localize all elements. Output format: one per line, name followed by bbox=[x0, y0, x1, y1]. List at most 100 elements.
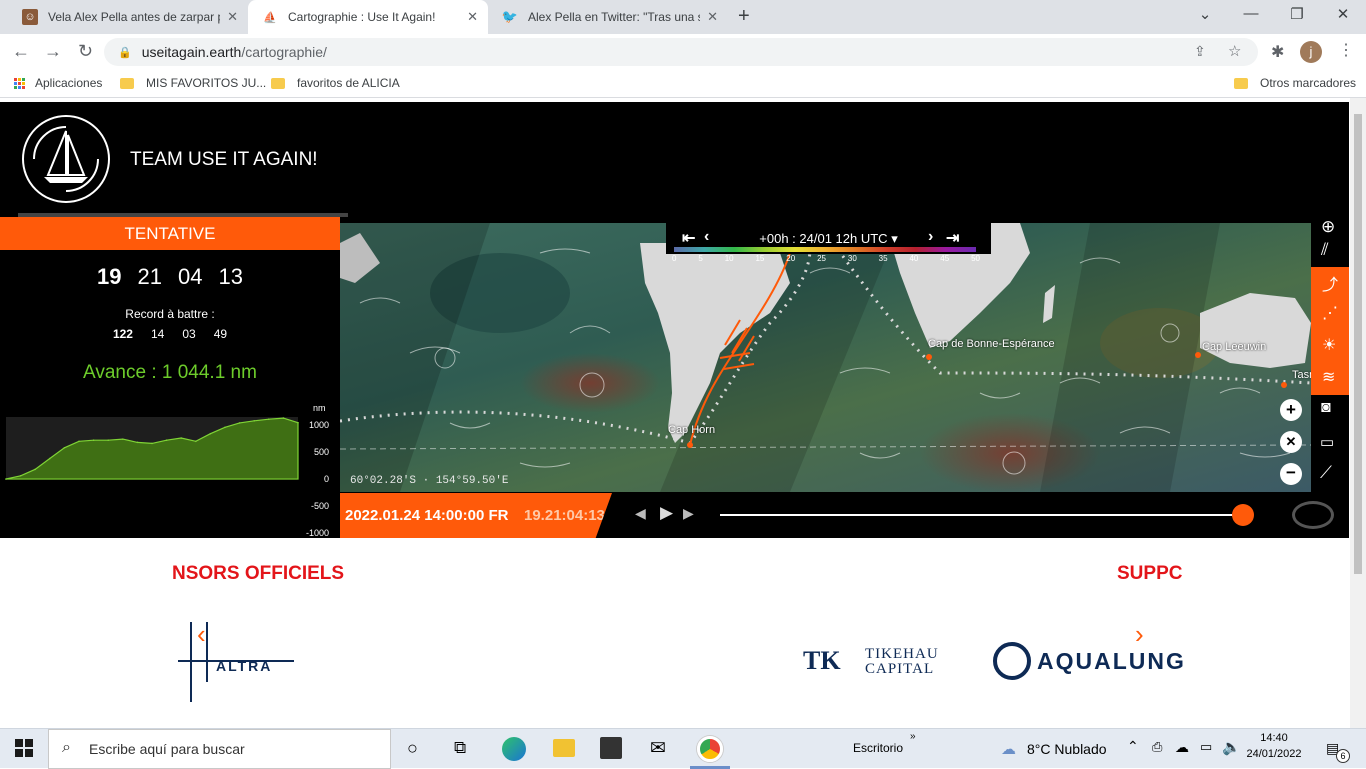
notification-count: 6 bbox=[1336, 749, 1350, 763]
profile-icon: ☺ bbox=[22, 9, 38, 25]
taskbar-search-input[interactable]: ⌕ Escribe aquí para buscar bbox=[48, 729, 391, 769]
wind-tick-label: 40 bbox=[909, 254, 919, 263]
wind-scale-ticks: 0 5 10 15 20 25 30 35 40 45 50 bbox=[666, 254, 986, 263]
url-input[interactable]: 🔒 useitagain.earth/cartographie/ ⇪ ☆ bbox=[104, 38, 1258, 66]
close-icon[interactable]: ✕ bbox=[467, 9, 478, 25]
play-icon[interactable]: ▶ bbox=[660, 503, 673, 523]
tab-cartographie[interactable]: ⛵ Cartographie : Use It Again! ✕ bbox=[248, 0, 488, 34]
avance-data-point bbox=[136, 441, 139, 444]
tracker-widget: TEAM USE IT AGAIN! TENTATIVE 19 21 04 13 Re… bbox=[0, 102, 1349, 538]
close-icon[interactable]: ✕ bbox=[707, 9, 718, 25]
reload-button[interactable]: ↻ bbox=[78, 41, 93, 62]
tab-twitter[interactable]: 🐦 Alex Pella en Twitter: "Tras una se ✕ bbox=[488, 0, 728, 34]
wind-icon[interactable]: ≋ bbox=[1322, 367, 1335, 387]
timeline-knob[interactable] bbox=[1232, 504, 1254, 526]
chevron-up-icon[interactable]: ⌃ bbox=[1127, 738, 1139, 755]
avance-data-point bbox=[180, 437, 182, 439]
close-icon[interactable]: ✕ bbox=[227, 9, 238, 25]
meet-icon[interactable]: ⎙ bbox=[1152, 739, 1162, 755]
zoom-out-button[interactable]: − bbox=[1280, 463, 1302, 485]
aqualung-mark-icon bbox=[993, 642, 1031, 680]
wind-tick-label: 35 bbox=[878, 254, 888, 263]
restore-button[interactable]: ❐ bbox=[1274, 5, 1320, 23]
avance-data-point bbox=[268, 418, 270, 420]
new-tab-button[interactable]: + bbox=[738, 5, 750, 28]
chevron-down-icon: ▾ bbox=[891, 231, 898, 246]
bookmark-other[interactable]: Otros marcadores bbox=[1234, 76, 1356, 90]
lock-icon: 🔒 bbox=[118, 46, 132, 59]
minimize-button[interactable]: — bbox=[1228, 5, 1274, 22]
avance-data-point bbox=[253, 419, 255, 422]
forecast-time-label: +00h : 24/01 12h UTC bbox=[759, 231, 888, 246]
rewind-icon[interactable]: ◀ bbox=[635, 505, 646, 522]
gg-logo-icon bbox=[1292, 501, 1334, 529]
chrome-icon[interactable] bbox=[697, 736, 723, 762]
edge-icon[interactable] bbox=[502, 737, 526, 761]
profile-avatar[interactable]: j bbox=[1300, 41, 1322, 63]
network-icon[interactable]: ☁ bbox=[1175, 739, 1189, 756]
place-label-leeuwin: Cap Leeuwin bbox=[1202, 341, 1267, 353]
close-icon[interactable]: ✕ bbox=[1280, 431, 1302, 453]
boat-icon: ⛵ bbox=[263, 11, 277, 24]
avance-data-point bbox=[238, 422, 241, 424]
coordinate-readout: 60°02.28'S · 154°59.50'E bbox=[350, 475, 509, 487]
tab-vela[interactable]: ☺ Vela Alex Pella antes de zarpar pa ✕ bbox=[8, 0, 248, 34]
extensions-icon[interactable]: ✱ bbox=[1271, 42, 1284, 62]
battery-icon[interactable]: ▭ bbox=[1200, 739, 1212, 755]
avance-data-point bbox=[92, 439, 95, 441]
camera-icon[interactable]: ◙ bbox=[1321, 399, 1331, 417]
bookmark-folder-favoritos[interactable]: MIS FAVORITOS JU... bbox=[120, 76, 266, 90]
sponsor-logo-altra[interactable]: ALTRA bbox=[178, 618, 298, 704]
skip-end-icon[interactable]: ⇥ bbox=[946, 228, 959, 248]
wind-layer-icon[interactable]: ⫽ bbox=[1321, 240, 1329, 260]
back-button[interactable]: ← bbox=[12, 41, 30, 62]
chart-icon[interactable]: ⟋ bbox=[1320, 463, 1332, 483]
route-icon[interactable]: ⤴ bbox=[1322, 271, 1338, 295]
desktop-toolbar-label[interactable]: Escritorio bbox=[853, 741, 903, 755]
zoom-in-button[interactable]: + bbox=[1280, 399, 1302, 421]
close-window-button[interactable]: ✕ bbox=[1320, 5, 1366, 23]
clock-time[interactable]: 14:40 bbox=[1248, 732, 1300, 744]
cortana-icon[interactable]: ○ bbox=[407, 738, 418, 759]
menu-icon[interactable]: ⋮ bbox=[1338, 40, 1354, 60]
bookmark-apps[interactable]: Aplicaciones bbox=[14, 76, 102, 90]
page-scrollbar[interactable] bbox=[1350, 98, 1366, 728]
sponsor-name: CAPITAL bbox=[865, 661, 935, 677]
ruler-icon[interactable]: ▭ bbox=[1320, 433, 1334, 451]
chart-y-tick-label: 500 bbox=[314, 447, 329, 457]
mail-icon[interactable]: ✉ bbox=[650, 737, 666, 760]
bookmark-star-icon[interactable]: ☆ bbox=[1228, 42, 1241, 60]
fast-forward-icon[interactable]: ▶ bbox=[683, 505, 694, 522]
forecast-time[interactable]: +00h : 24/01 12h UTC ▾ bbox=[666, 231, 991, 247]
store-icon[interactable] bbox=[600, 737, 622, 759]
apps-grid-icon bbox=[14, 77, 25, 89]
clock-date[interactable]: 24/01/2022 bbox=[1243, 748, 1305, 760]
step-forward-icon[interactable]: › bbox=[928, 228, 933, 246]
waypoints-icon[interactable]: ⋰ bbox=[1322, 303, 1338, 323]
task-view-icon[interactable]: ⧉ bbox=[454, 738, 466, 758]
forward-button[interactable]: → bbox=[44, 41, 62, 62]
sun-icon[interactable]: ☀ bbox=[1322, 335, 1336, 355]
bookmark-label: MIS FAVORITOS JU... bbox=[146, 76, 267, 90]
wind-scale: 0 5 10 15 20 25 30 35 40 45 50 bbox=[666, 247, 986, 269]
bookmark-folder-alicia[interactable]: favoritos de ALICIA bbox=[271, 76, 400, 90]
share-icon[interactable]: ⇪ bbox=[1194, 43, 1206, 60]
chevron-right-icon[interactable]: » bbox=[910, 731, 916, 742]
sponsor-logo-tikehau[interactable]: TK TIKEHAU CAPITAL bbox=[803, 646, 958, 680]
sponsor-logo-aqualung[interactable]: AQUALUNG bbox=[993, 640, 1184, 684]
timeline-slider[interactable] bbox=[720, 514, 1243, 516]
compass-icon[interactable]: ⊕ bbox=[1321, 217, 1335, 237]
volume-icon[interactable]: 🔈 bbox=[1222, 738, 1241, 756]
tab-search-icon[interactable]: ⌄ bbox=[1182, 5, 1228, 23]
playback-date-box: 2022.01.24 14:00:00 FR 19.21:04:13 bbox=[340, 493, 612, 538]
folder-icon bbox=[271, 77, 285, 89]
wind-tick-label: 5 bbox=[698, 254, 703, 263]
weather-text[interactable]: 8°C Nublado bbox=[1027, 741, 1107, 757]
file-explorer-icon[interactable] bbox=[553, 739, 575, 757]
windows-start-icon[interactable] bbox=[15, 739, 33, 757]
sponsor-name: ALTRA bbox=[216, 658, 273, 674]
record-time: 122 14 03 49 bbox=[0, 327, 340, 341]
avance-data-point bbox=[63, 446, 66, 449]
avance-data-point bbox=[78, 440, 80, 443]
timer-seconds: 13 bbox=[218, 264, 243, 289]
